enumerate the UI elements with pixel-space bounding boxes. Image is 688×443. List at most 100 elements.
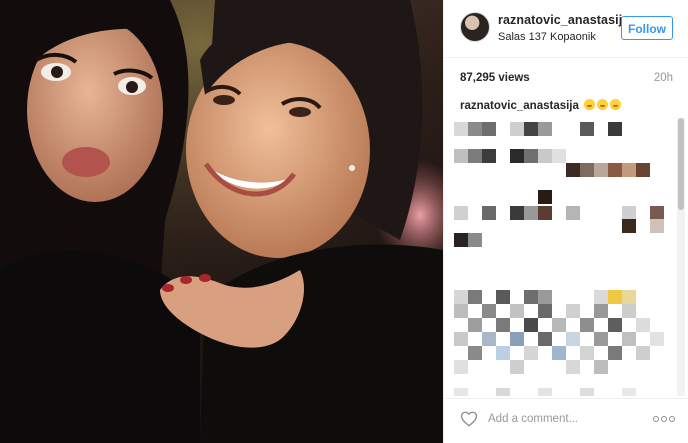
pixel-block [622, 290, 636, 304]
pixel-block [454, 206, 468, 220]
pixel-block [566, 163, 580, 177]
pixel-block [524, 122, 538, 136]
pixel-block [496, 388, 510, 396]
pixel-block [538, 206, 552, 220]
pixel-block [454, 332, 468, 346]
pixel-block [566, 360, 580, 374]
pixel-block [580, 388, 594, 396]
pixel-block [482, 304, 496, 318]
pixel-block [454, 122, 468, 136]
pixel-block [468, 122, 482, 136]
pixel-block [566, 304, 580, 318]
pixel-block [650, 332, 664, 346]
pixel-block [538, 388, 552, 396]
scrollbar-thumb[interactable] [678, 118, 684, 210]
pixel-block [538, 304, 552, 318]
pixel-block [538, 332, 552, 346]
pixel-block [468, 318, 482, 332]
heart-icon[interactable] [460, 410, 478, 428]
pixel-block [566, 206, 580, 220]
post-video[interactable] [0, 0, 443, 443]
flushed-kiss-emoji-icon [610, 99, 622, 110]
pixel-block [622, 206, 636, 220]
post-details-panel: raznatovic_anastasija Salas 137 Kopaonik… [443, 0, 688, 443]
video-frame [0, 0, 443, 443]
pixel-block [468, 346, 482, 360]
pixel-block [524, 290, 538, 304]
add-comment-input[interactable] [486, 407, 640, 431]
pixel-block [636, 318, 650, 332]
pixel-block [594, 304, 608, 318]
pixel-block [454, 233, 468, 247]
pixel-block [622, 163, 636, 177]
username-link[interactable]: raznatovic_anastasija [498, 13, 629, 27]
dot-icon [669, 416, 675, 422]
pixel-block [482, 149, 496, 163]
pixel-block [552, 346, 566, 360]
pixel-block [594, 290, 608, 304]
pixel-block [510, 304, 524, 318]
pixel-block [552, 318, 566, 332]
pixel-block [454, 290, 468, 304]
post-time[interactable]: 20h [654, 72, 673, 84]
pixel-block [482, 332, 496, 346]
dot-icon [653, 416, 659, 422]
pixel-block [468, 290, 482, 304]
avatar[interactable] [460, 12, 490, 42]
pixel-block [454, 360, 468, 374]
pixel-block [552, 149, 566, 163]
pixel-block [496, 290, 510, 304]
pixel-block [482, 206, 496, 220]
pixel-block [608, 290, 622, 304]
pixel-block [580, 163, 594, 177]
pixel-block [538, 190, 552, 204]
pixel-block [608, 346, 622, 360]
pixel-block [510, 206, 524, 220]
pixel-block [454, 388, 468, 396]
flushed-kiss-emoji-icon [597, 99, 609, 110]
pixel-block [622, 304, 636, 318]
location-link[interactable]: Salas 137 Kopaonik [498, 31, 596, 43]
pixel-block [636, 163, 650, 177]
pixel-block [566, 332, 580, 346]
pixel-block [524, 318, 538, 332]
flushed-kiss-emoji-icon [584, 99, 596, 110]
caption-username[interactable]: raznatovic_anastasija [460, 100, 579, 112]
comments-scrollbar[interactable] [677, 118, 685, 396]
pixel-block [454, 149, 468, 163]
post-header: raznatovic_anastasija Salas 137 Kopaonik… [444, 0, 688, 58]
pixel-block [580, 318, 594, 332]
follow-button[interactable]: Follow [621, 16, 673, 40]
caption: raznatovic_anastasija [460, 99, 665, 112]
pixel-block [538, 122, 552, 136]
pixel-block [622, 388, 636, 396]
pixel-block [510, 360, 524, 374]
pixel-block [524, 206, 538, 220]
comment-footer [444, 398, 688, 443]
dot-icon [661, 416, 667, 422]
more-options-icon[interactable] [653, 416, 675, 422]
pixel-block [510, 122, 524, 136]
pixel-block [622, 332, 636, 346]
pixel-block [510, 149, 524, 163]
pixel-block [622, 219, 636, 233]
pixel-block [538, 149, 552, 163]
pixel-block [454, 304, 468, 318]
pixel-block [636, 346, 650, 360]
pixel-block [650, 206, 664, 220]
pixel-block [608, 163, 622, 177]
pixel-block [468, 233, 482, 247]
pixel-block [580, 122, 594, 136]
pixel-block [524, 149, 538, 163]
pixel-block [650, 219, 664, 233]
pixel-block [482, 122, 496, 136]
pixel-block [538, 290, 552, 304]
pixel-block [510, 332, 524, 346]
pixel-block [496, 318, 510, 332]
pixel-block [524, 346, 538, 360]
pixel-block [496, 346, 510, 360]
comments-list-pixelated[interactable] [454, 118, 674, 396]
view-count: 87,295 views [460, 72, 530, 84]
pixel-block [594, 360, 608, 374]
pixel-block [594, 163, 608, 177]
